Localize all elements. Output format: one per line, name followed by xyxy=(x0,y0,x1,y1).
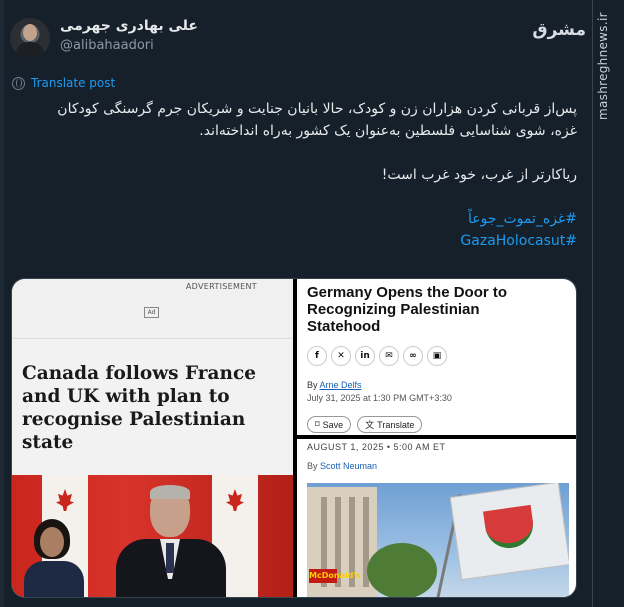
npr-byline: By Scott Neuman xyxy=(307,461,377,471)
press-conference-photo xyxy=(12,475,293,597)
ad-badge: Ad xyxy=(144,307,159,318)
avatar-body xyxy=(16,42,44,58)
tree xyxy=(367,543,437,597)
translate-label: Translate post xyxy=(31,76,116,90)
tweet-body: پس‌از قربانی کردن هزاران زن و کودک، حالا… xyxy=(30,98,577,252)
byline-author: Arne Delfs xyxy=(319,380,362,390)
woman-figure xyxy=(24,519,84,597)
media-grid[interactable]: ADVERTISEMENT Ad Canada follows France a… xyxy=(11,278,577,598)
hashtag-gaza-arabic[interactable]: #غزه_تموت_جوعاً xyxy=(30,208,577,230)
avatar[interactable] xyxy=(10,18,50,58)
tweet-paragraph-2: ریاکارتر از غرب، خود غرب است! xyxy=(381,167,577,183)
media-image-canada[interactable]: ADVERTISEMENT Ad Canada follows France a… xyxy=(12,279,293,597)
translate-pill: 文 Translate xyxy=(357,416,423,433)
translate-post-link[interactable]: Translate post xyxy=(12,76,115,90)
email-icon: ✉ xyxy=(379,346,399,366)
npr-date: AUGUST 1, 2025 • 5:00 AM ET xyxy=(307,442,446,452)
hashtag-gaza-holocaust[interactable]: #GazaHolocasut xyxy=(30,230,577,252)
author-name[interactable]: علی بهادری جهرمی xyxy=(60,18,198,34)
x-icon: ✕ xyxy=(331,346,351,366)
bookmark-icon: ⌑ xyxy=(315,419,320,429)
watermelon-flag-photo: McDonald's xyxy=(307,483,569,597)
save-label: Save xyxy=(322,419,344,430)
facebook-icon: f xyxy=(307,346,327,366)
gift-icon: ▣ xyxy=(427,346,447,366)
linkedin-icon: in xyxy=(355,346,375,366)
man-figure xyxy=(116,485,226,597)
npr-byline-author: Scott Neuman xyxy=(320,461,378,471)
article-actions: ⌑ Save 文 Translate xyxy=(307,416,423,433)
avatar-head xyxy=(23,24,37,41)
media-image-germany[interactable]: Germany Opens the Door to Recognizing Pa… xyxy=(297,279,576,435)
left-edge-strip xyxy=(0,0,4,607)
watermark-text: mashreghnews.ir xyxy=(596,12,610,120)
mashregh-logo: مشرق xyxy=(532,20,586,40)
canada-headline: Canada follows France and UK with plan t… xyxy=(22,363,257,453)
watermelon-flag xyxy=(449,483,569,581)
translate-icon xyxy=(12,76,25,90)
germany-headline: Germany Opens the Door to Recognizing Pa… xyxy=(307,284,508,335)
watermelon-icon xyxy=(483,504,537,552)
media-image-npr[interactable]: AUGUST 1, 2025 • 5:00 AM ET By Scott Neu… xyxy=(297,439,576,597)
watermark-rail: mashreghnews.ir xyxy=(592,0,624,607)
mcdonalds-sign: McDonald's xyxy=(309,569,361,583)
npr-byline-prefix: By xyxy=(307,461,321,471)
germany-date: July 31, 2025 at 1:30 PM GMT+3:30 xyxy=(307,393,452,403)
link-icon: ∞ xyxy=(403,346,423,366)
advertisement-area: ADVERTISEMENT Ad xyxy=(12,279,293,339)
translate-pill-icon: 文 xyxy=(365,420,375,430)
save-pill: ⌑ Save xyxy=(307,416,352,433)
tweet-header: علی بهادری جهرمی @alibahaadori مشرق xyxy=(10,14,586,60)
author-handle[interactable]: @alibahaadori xyxy=(60,38,154,53)
share-icons-row: f ✕ in ✉ ∞ ▣ xyxy=(307,346,447,366)
advertisement-label: ADVERTISEMENT xyxy=(185,282,257,291)
translate-pill-label: Translate xyxy=(377,419,415,430)
germany-byline: By Arne Delfs xyxy=(307,380,362,390)
byline-prefix: By xyxy=(307,380,320,390)
tweet-paragraph-1: پس‌از قربانی کردن هزاران زن و کودک، حالا… xyxy=(57,101,577,139)
